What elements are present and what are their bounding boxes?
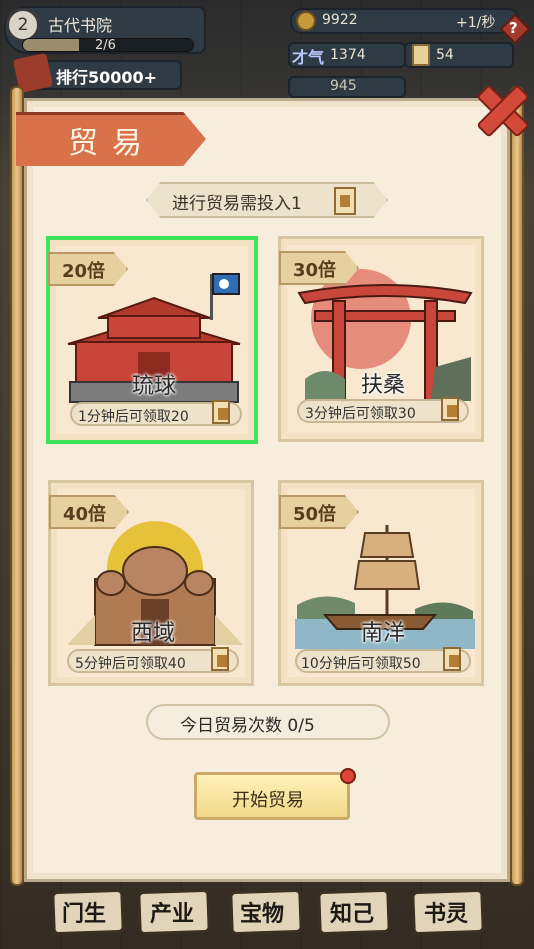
start-trade-label: 开始贸易 bbox=[232, 790, 304, 811]
place-name: 南洋 bbox=[360, 621, 405, 646]
level-badge: 2 bbox=[6, 8, 40, 42]
nav-book-spirit-label: 书灵 bbox=[424, 901, 469, 927]
trade-card-nanyang[interactable]: 50倍 南洋 10分钟后可领取50 bbox=[278, 480, 484, 686]
nav-disciples-label: 门生 bbox=[62, 901, 107, 927]
trade-ticket-icon bbox=[334, 187, 356, 215]
panel-title: 贸易 bbox=[68, 126, 156, 161]
rank-value: 50000+ bbox=[88, 68, 158, 87]
ticket-value: 54 bbox=[436, 47, 454, 63]
reward-text: 10分钟后可领取50 bbox=[301, 656, 421, 672]
trade-ticket-icon bbox=[212, 400, 230, 424]
rank-label: 排行 bbox=[56, 68, 89, 87]
scroll-roller-right bbox=[510, 86, 524, 886]
trade-ticket-icon bbox=[441, 397, 459, 421]
coin-rate: +1/秒 bbox=[456, 15, 496, 31]
trade-ticket-icon bbox=[412, 44, 430, 66]
xp-progress-text: 2/6 bbox=[95, 38, 116, 53]
trade-ticket-icon bbox=[211, 647, 229, 671]
reward-text: 5分钟后可领取40 bbox=[75, 656, 186, 672]
close-button[interactable] bbox=[470, 80, 530, 136]
coin-count: 9922 bbox=[322, 12, 358, 28]
coin-icon bbox=[296, 11, 316, 31]
academy-name: 古代书院 bbox=[48, 16, 113, 35]
nav-industry-label: 产业 bbox=[150, 901, 195, 927]
trade-ticket-icon bbox=[443, 647, 461, 671]
nav-confidant-label: 知己 bbox=[330, 901, 375, 927]
trade-card-xiyu[interactable]: 40倍 西域 5分钟后可领取40 bbox=[48, 480, 254, 686]
trade-card-fusang[interactable]: 30倍 扶桑 3分钟后可领取30 bbox=[278, 236, 484, 442]
xp-progress-fill bbox=[23, 39, 80, 51]
scroll-roller-left bbox=[10, 86, 24, 886]
rank-text: 排行50000+ bbox=[56, 64, 157, 88]
reward-text: 1分钟后可领取20 bbox=[78, 409, 189, 425]
daily-trade-count-text: 今日贸易次数 0/5 bbox=[180, 716, 315, 736]
place-name: 扶桑 bbox=[360, 373, 405, 398]
place-name: 西域 bbox=[130, 621, 175, 646]
partial-stat-value: 945 bbox=[330, 78, 357, 94]
cost-text: 进行贸易需投入1 bbox=[172, 194, 302, 214]
trade-card-ryukyu[interactable]: 20倍 琉球 1分钟后可领取20 bbox=[46, 236, 258, 444]
multiplier-text: 30倍 bbox=[293, 260, 337, 281]
talent-label: 才气 bbox=[292, 48, 325, 67]
multiplier-text: 40倍 bbox=[63, 504, 107, 525]
notification-dot bbox=[340, 768, 356, 784]
help-icon-glyph: ? bbox=[509, 19, 518, 37]
multiplier-text: 20倍 bbox=[62, 261, 106, 282]
talent-value: 1374 bbox=[330, 47, 366, 63]
multiplier-text: 50倍 bbox=[293, 504, 337, 525]
place-name: 琉球 bbox=[131, 374, 176, 399]
nav-treasure-label: 宝物 bbox=[240, 901, 285, 927]
reward-text: 3分钟后可领取30 bbox=[305, 406, 416, 422]
